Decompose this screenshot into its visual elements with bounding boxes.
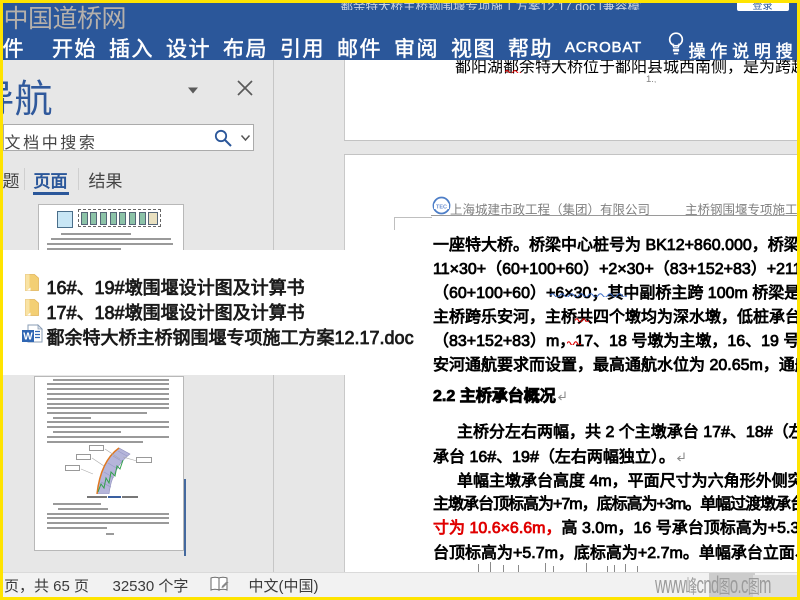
svg-text:TEC: TEC — [436, 204, 447, 210]
svg-text:W: W — [23, 332, 33, 343]
